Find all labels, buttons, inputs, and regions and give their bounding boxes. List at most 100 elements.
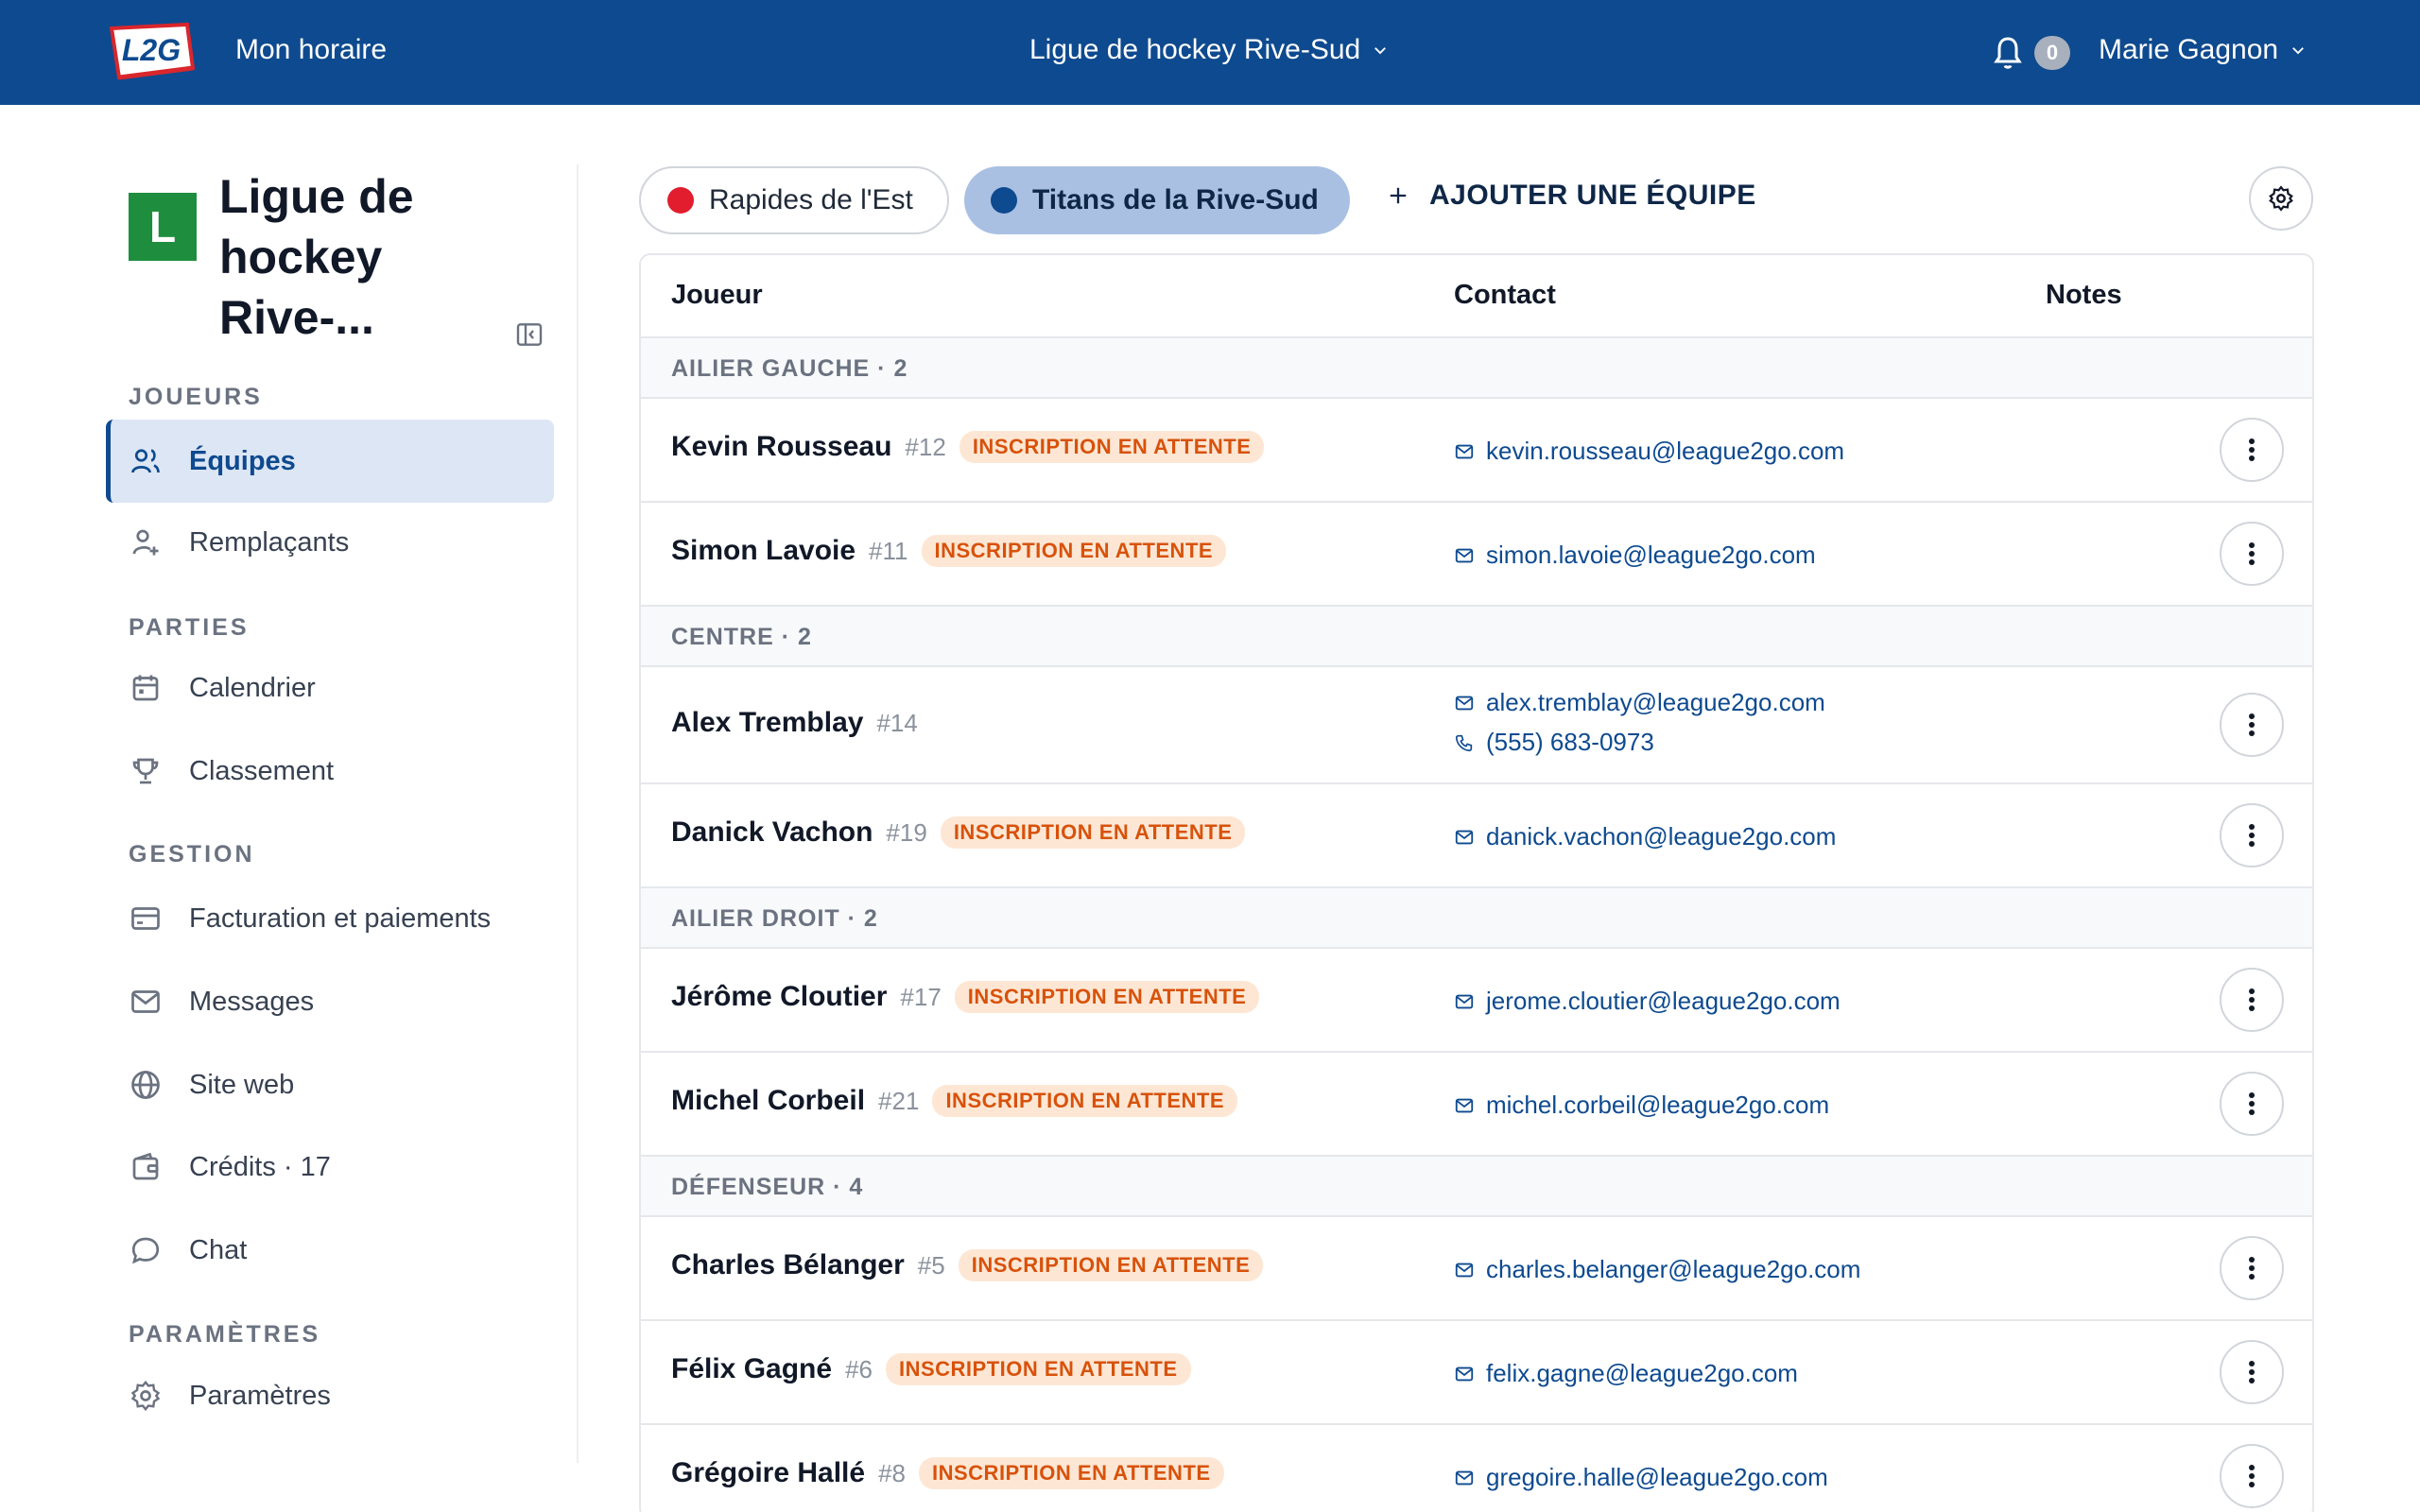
player-name[interactable]: Simon Lavoie <box>671 535 856 567</box>
email-contact[interactable]: gregoire.halle@league2go.com <box>1454 1463 1828 1492</box>
table-row[interactable]: Jérôme Cloutier #17 INSCRIPTION EN ATTEN… <box>641 949 2312 1053</box>
table-row[interactable]: Grégoire Hallé #8 INSCRIPTION EN ATTENTE… <box>641 1425 2312 1512</box>
league2go-logo[interactable]: L2G <box>106 19 197 83</box>
mail-icon <box>1455 994 1474 1008</box>
more-vertical-icon <box>2249 1361 2255 1383</box>
phone-icon <box>1455 734 1473 751</box>
status-badge: INSCRIPTION EN ATTENTE <box>921 535 1227 567</box>
team-tab-rapides[interactable]: Rapides de l'Est <box>639 166 949 234</box>
player-name[interactable]: Charles Bélanger <box>671 1249 905 1281</box>
row-actions-button[interactable] <box>2220 522 2284 586</box>
sidebar-item-messages[interactable]: Messages <box>106 960 554 1043</box>
row-actions-button[interactable] <box>2220 693 2284 757</box>
email-link[interactable]: alex.tremblay@league2go.com <box>1486 688 1825 717</box>
add-team-button[interactable]: AJOUTER UNE ÉQUIPE <box>1388 180 1756 212</box>
table-row[interactable]: Félix Gagné #6 INSCRIPTION EN ATTENTE fe… <box>641 1321 2312 1425</box>
row-actions-button[interactable] <box>2220 803 2284 868</box>
email-link[interactable]: michel.corbeil@league2go.com <box>1486 1091 1829 1120</box>
league-selector-label: Ligue de hockey Rive-Sud <box>1029 34 1361 65</box>
player-name[interactable]: Grégoire Hallé <box>671 1457 865 1489</box>
team-color-dot <box>991 187 1017 214</box>
sidebar-item-substitutes[interactable]: Remplaçants <box>106 501 554 584</box>
sidebar-item-credits[interactable]: Crédits · 17 <box>106 1125 554 1209</box>
email-contact[interactable]: felix.gagne@league2go.com <box>1454 1359 1798 1388</box>
roster-table: Joueur Contact Notes AILIER GAUCHE · 2 K… <box>639 253 2314 1512</box>
sidebar-item-label: Crédits · 17 <box>189 1151 331 1182</box>
sidebar-item-label: Chat <box>189 1234 248 1265</box>
collapse-sidebar-icon[interactable] <box>514 319 544 350</box>
sidebar-item-settings[interactable]: Paramètres <box>106 1354 554 1437</box>
table-row[interactable]: Kevin Rousseau #12 INSCRIPTION EN ATTENT… <box>641 399 2312 503</box>
email-link[interactable]: simon.lavoie@league2go.com <box>1486 541 1816 570</box>
mail-icon <box>1455 548 1474 562</box>
email-link[interactable]: jerome.cloutier@league2go.com <box>1486 987 1841 1016</box>
row-actions-button[interactable] <box>2220 1444 2284 1508</box>
bell-icon[interactable] <box>1991 34 2025 72</box>
table-row[interactable]: Charles Bélanger #5 INSCRIPTION EN ATTEN… <box>641 1217 2312 1321</box>
email-contact[interactable]: danick.vachon@league2go.com <box>1454 822 1836 851</box>
jersey-number: #12 <box>905 432 946 461</box>
sidebar-item-billing[interactable]: Facturation et paiements <box>106 877 554 960</box>
team-settings-button[interactable] <box>2249 166 2313 231</box>
row-actions-button[interactable] <box>2220 968 2284 1032</box>
calendar-icon <box>129 671 163 705</box>
row-actions-button[interactable] <box>2220 1072 2284 1136</box>
sidebar-item-label: Messages <box>189 986 315 1017</box>
column-header-notes[interactable]: Notes <box>2046 280 2122 311</box>
status-badge: INSCRIPTION EN ATTENTE <box>885 1353 1191 1385</box>
gear-icon <box>2269 185 2293 212</box>
email-link[interactable]: danick.vachon@league2go.com <box>1486 822 1836 851</box>
player-name[interactable]: Félix Gagné <box>671 1353 832 1385</box>
position-group-header: AILIER DROIT · 2 <box>641 888 2312 949</box>
email-link[interactable]: kevin.rousseau@league2go.com <box>1486 437 1844 466</box>
sidebar-item-standings[interactable]: Classement <box>106 730 554 813</box>
column-header-contact[interactable]: Contact <box>1454 280 1556 311</box>
player-name[interactable]: Jérôme Cloutier <box>671 981 887 1013</box>
team-tab-titans[interactable]: Titans de la Rive-Sud <box>964 166 1350 234</box>
row-actions-button[interactable] <box>2220 1340 2284 1404</box>
sidebar-item-calendar[interactable]: Calendrier <box>106 646 554 730</box>
gear-icon <box>129 1379 163 1413</box>
chat-bubble-icon <box>129 1233 163 1267</box>
user-menu[interactable]: Marie Gagnon <box>2099 34 2307 66</box>
sidebar-item-chat[interactable]: Chat <box>106 1209 554 1292</box>
row-actions-button[interactable] <box>2220 1236 2284 1300</box>
credit-card-icon <box>129 902 163 936</box>
email-link[interactable]: felix.gagne@league2go.com <box>1486 1359 1798 1388</box>
player-name[interactable]: Alex Tremblay <box>671 707 863 739</box>
status-badge: INSCRIPTION EN ATTENTE <box>932 1085 1237 1117</box>
email-contact[interactable]: simon.lavoie@league2go.com <box>1454 541 1816 570</box>
email-contact[interactable]: jerome.cloutier@league2go.com <box>1454 987 1841 1016</box>
table-header: Joueur Contact Notes <box>641 255 2312 338</box>
sidebar-item-label: Site web <box>189 1069 295 1100</box>
email-link[interactable]: charles.belanger@league2go.com <box>1486 1255 1860 1284</box>
sidebar-item-teams[interactable]: Équipes <box>106 420 554 503</box>
sidebar-divider <box>577 164 579 1463</box>
my-schedule-link[interactable]: Mon horaire <box>235 34 387 66</box>
jersey-number: #19 <box>886 817 927 847</box>
table-row[interactable]: Alex Tremblay #14 alex.tremblay@league2g… <box>641 667 2312 784</box>
row-actions-button[interactable] <box>2220 418 2284 482</box>
table-row[interactable]: Simon Lavoie #11 INSCRIPTION EN ATTENTE … <box>641 503 2312 607</box>
player-name[interactable]: Kevin Rousseau <box>671 431 891 463</box>
sidebar-item-website[interactable]: Site web <box>106 1043 554 1126</box>
phone-contact[interactable]: (555) 683-0973 <box>1454 728 1654 757</box>
league-selector[interactable]: Ligue de hockey Rive-Sud <box>1029 34 1389 66</box>
more-vertical-icon <box>2249 542 2255 565</box>
column-header-player[interactable]: Joueur <box>671 280 763 311</box>
email-contact[interactable]: charles.belanger@league2go.com <box>1454 1255 1860 1284</box>
player-name[interactable]: Michel Corbeil <box>671 1085 865 1117</box>
email-contact[interactable]: michel.corbeil@league2go.com <box>1454 1091 1829 1120</box>
table-row[interactable]: Danick Vachon #19 INSCRIPTION EN ATTENTE… <box>641 784 2312 888</box>
section-label-settings: PARAMÈTRES <box>129 1321 321 1348</box>
table-row[interactable]: Michel Corbeil #21 INSCRIPTION EN ATTENT… <box>641 1053 2312 1157</box>
status-badge: INSCRIPTION EN ATTENTE <box>954 981 1260 1013</box>
email-link[interactable]: gregoire.halle@league2go.com <box>1486 1463 1828 1492</box>
phone-link[interactable]: (555) 683-0973 <box>1486 728 1654 757</box>
sidebar-item-label: Paramètres <box>189 1380 331 1411</box>
email-contact[interactable]: alex.tremblay@league2go.com <box>1454 688 1825 717</box>
sidebar-item-label: Facturation et paiements <box>189 902 492 934</box>
email-contact[interactable]: kevin.rousseau@league2go.com <box>1454 437 1844 466</box>
player-name[interactable]: Danick Vachon <box>671 816 873 849</box>
more-vertical-icon <box>2249 1092 2255 1115</box>
